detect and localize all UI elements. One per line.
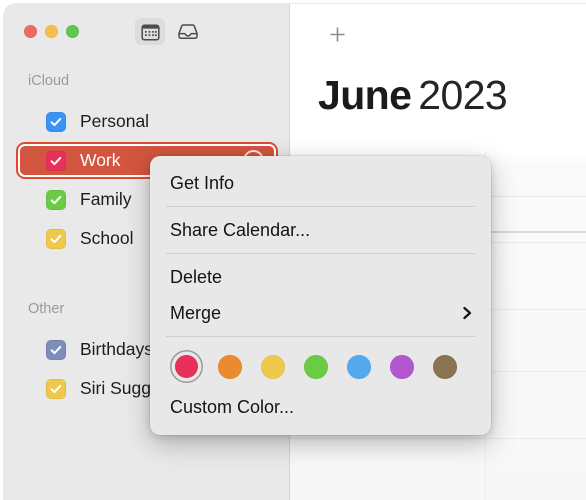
inbox-icon	[178, 23, 198, 39]
section-header-other: Other	[28, 301, 65, 317]
menu-item-delete[interactable]: Delete	[150, 259, 491, 295]
toolbar	[135, 18, 203, 45]
checkmark-icon	[50, 384, 62, 393]
sidebar-item-label: Work	[80, 150, 121, 170]
plus-icon	[330, 27, 344, 41]
checkmark-icon	[50, 345, 62, 354]
menu-item-share-calendar[interactable]: Share Calendar...	[150, 212, 491, 248]
menu-separator	[166, 253, 475, 254]
swatch-fill	[175, 355, 198, 378]
menu-item-custom-color[interactable]: Custom Color...	[150, 389, 491, 425]
menu-item-label: Delete	[170, 266, 223, 287]
calendar-view-button[interactable]	[135, 18, 165, 45]
month-label: June	[318, 72, 412, 118]
zoom-button[interactable]	[66, 25, 79, 38]
swatch-fill	[432, 354, 457, 379]
checkbox-birthdays[interactable]	[46, 339, 66, 360]
color-swatch-brown[interactable]	[428, 350, 461, 383]
add-event-button[interactable]	[322, 19, 352, 49]
context-menu: Get Info Share Calendar... Delete Merge	[150, 156, 491, 435]
menu-item-label: Share Calendar...	[170, 219, 311, 240]
screenshot-root: June 2023 iCloud Personal Work Family Sc…	[0, 0, 586, 500]
swatch-fill	[303, 354, 328, 379]
menu-item-merge[interactable]: Merge	[150, 295, 491, 331]
minimize-button[interactable]	[45, 25, 58, 38]
color-swatch-purple[interactable]	[385, 350, 418, 383]
sidebar-item-label: Personal	[80, 111, 150, 131]
section-header-icloud: iCloud	[28, 73, 70, 89]
menu-separator	[166, 336, 475, 337]
year-label: 2023	[418, 72, 508, 118]
swatch-fill	[260, 354, 285, 379]
checkbox-family[interactable]	[46, 189, 66, 210]
color-swatch-blue[interactable]	[342, 350, 375, 383]
checkmark-icon	[50, 156, 62, 165]
sidebar-item-label: Birthdays	[80, 339, 153, 359]
color-swatch-yellow[interactable]	[256, 350, 289, 383]
swatch-fill	[389, 354, 414, 379]
inbox-button[interactable]	[173, 18, 203, 45]
menu-item-label: Custom Color...	[170, 396, 295, 417]
menu-item-label: Get Info	[170, 172, 235, 193]
color-swatch-orange[interactable]	[213, 350, 246, 383]
window-controls	[24, 25, 79, 38]
sidebar-item-label: Family	[80, 189, 132, 209]
checkbox-school[interactable]	[46, 228, 66, 249]
color-swatch-row	[150, 342, 491, 389]
swatch-fill	[346, 354, 371, 379]
sidebar-item-label: School	[80, 228, 134, 248]
menu-item-get-info[interactable]: Get Info	[150, 165, 491, 201]
menu-separator	[166, 206, 475, 207]
checkbox-personal[interactable]	[46, 111, 66, 132]
close-button[interactable]	[24, 25, 37, 38]
color-swatch-green[interactable]	[299, 350, 332, 383]
color-swatch-red[interactable]	[170, 350, 203, 383]
calendar-window: June 2023 iCloud Personal Work Family Sc…	[4, 4, 586, 500]
chevron-right-icon	[462, 306, 473, 320]
calendar-icon	[140, 23, 160, 41]
checkmark-icon	[50, 117, 62, 126]
checkmark-icon	[50, 234, 62, 243]
checkmark-icon	[50, 195, 62, 204]
sidebar-item-personal[interactable]: Personal	[18, 105, 276, 138]
menu-item-label: Merge	[170, 302, 222, 323]
grid-line	[289, 438, 586, 439]
checkbox-work[interactable]	[46, 150, 66, 171]
swatch-fill	[217, 354, 242, 379]
page-title: June 2023	[318, 72, 508, 119]
checkbox-siri-suggestions[interactable]	[46, 378, 66, 399]
